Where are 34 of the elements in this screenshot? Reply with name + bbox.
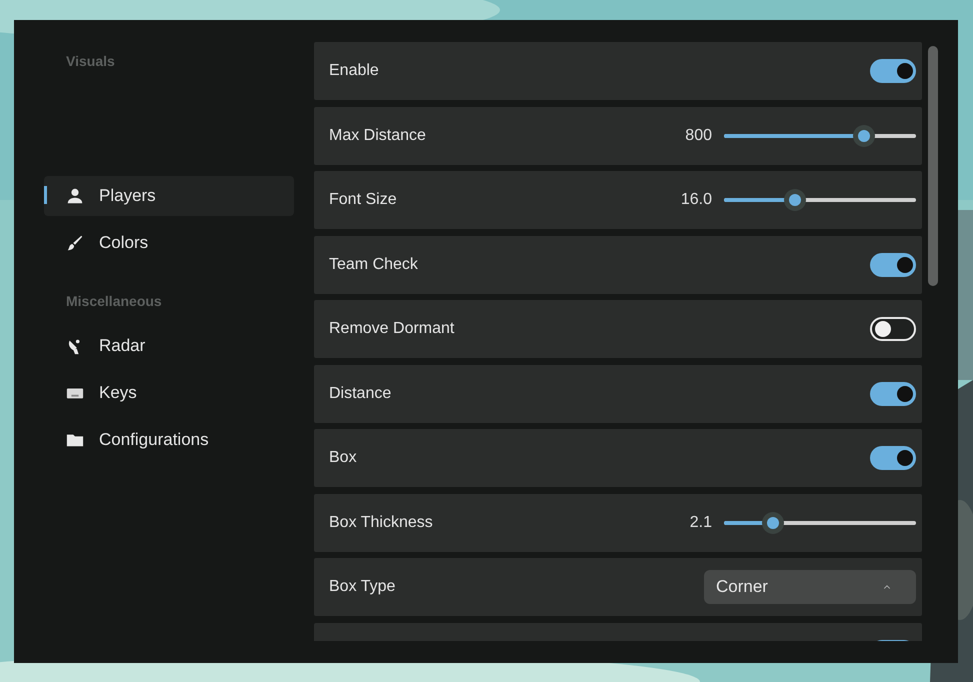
setting-label: Team Check [329, 254, 418, 274]
setting-label: Box Type [329, 577, 396, 597]
setting-label: Remove Dormant [329, 319, 454, 339]
setting-label: Max Distance [329, 126, 426, 146]
slider[interactable] [724, 512, 916, 534]
sidebar-item[interactable]: Keys [44, 373, 294, 413]
toggle-switch[interactable] [870, 446, 916, 470]
paintbrush-icon [66, 234, 84, 252]
toggle-switch[interactable] [870, 317, 916, 341]
setting-label: Font Size [329, 190, 397, 210]
slider-thumb[interactable] [762, 512, 784, 534]
toggle-switch[interactable] [870, 382, 916, 406]
setting-label: Box [329, 448, 357, 468]
slider[interactable] [724, 124, 916, 146]
slider-value: 16.0 [680, 190, 712, 210]
sidebar-item[interactable]: Radar [44, 326, 294, 366]
sidebar-item[interactable]: Configurations [44, 420, 294, 460]
section-header: Miscellaneous [65, 292, 163, 311]
sidebar-item[interactable]: Players [44, 176, 294, 216]
toggle-switch[interactable] [870, 59, 916, 83]
dropdown[interactable]: Corner [704, 570, 916, 604]
sidebar-item[interactable]: Colors [44, 223, 294, 263]
setting-label: Distance [329, 384, 392, 404]
slider-thumb[interactable] [853, 124, 876, 146]
slider-value: 2.1 [690, 512, 712, 532]
scrollbar-thumb[interactable] [928, 46, 938, 286]
slider-value: 800 [685, 126, 712, 146]
setting-label: Box Thickness [329, 512, 433, 532]
slider-thumb[interactable] [784, 189, 806, 211]
setting-label: Enable [329, 61, 379, 81]
person-icon [66, 187, 84, 205]
section-header: Visuals [65, 52, 116, 71]
slider[interactable] [724, 189, 916, 211]
toggle-switch[interactable] [870, 252, 916, 276]
